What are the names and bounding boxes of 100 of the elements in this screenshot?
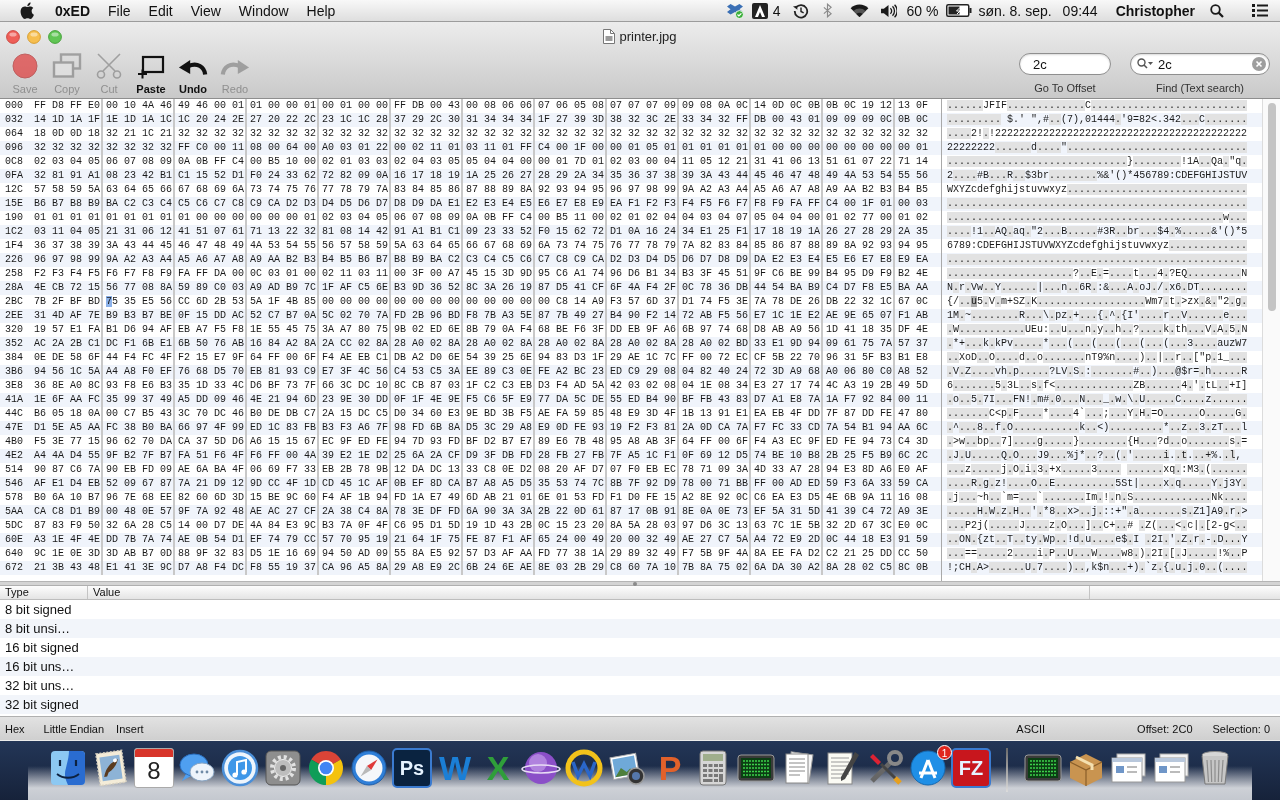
hex-bytes: 90 EB FD 09 xyxy=(106,464,172,475)
column-header[interactable]: Value xyxy=(88,586,1090,599)
row-offset: 1F4 xyxy=(4,239,24,253)
hex-bytes: A8 52 xyxy=(898,366,928,377)
gear-icon[interactable] xyxy=(263,748,303,788)
hex-bytes: 34 E1 25 F1 xyxy=(682,226,748,237)
hex-bytes: EB 2B 78 9B xyxy=(322,464,388,475)
a-logo-icon[interactable] xyxy=(751,2,768,19)
battery-icon[interactable] xyxy=(946,4,973,17)
hex-bytes: 57 37 xyxy=(898,338,928,349)
hex-bytes: 9F C6 BE 99 xyxy=(754,268,820,279)
hex-bytes: F5 3E 77 15 xyxy=(34,436,100,447)
hex-bytes: F7 FC 33 CD xyxy=(754,422,820,433)
scrollbar[interactable] xyxy=(1262,99,1280,581)
status-text[interactable]: Insert xyxy=(116,722,144,735)
search-icon[interactable] xyxy=(1137,58,1153,70)
hex-bytes: 2A 35 xyxy=(898,226,928,237)
table-cell-text: 32 bit uns… xyxy=(4,678,75,693)
hex-bytes: 01 00 00 00 xyxy=(754,142,820,153)
menu-item[interactable]: Help xyxy=(297,2,345,19)
hex-bytes: CC 6D 2B 53 xyxy=(178,296,244,307)
hex-bytes: 0F 1F 4E 9E xyxy=(394,394,460,405)
user-name[interactable]: Christopher xyxy=(1115,2,1195,19)
hex-bytes: E5 E6 E7 E8 xyxy=(826,254,892,265)
status-text[interactable]: ASCII xyxy=(1016,722,1046,735)
ascii-text: 6789:CDEFGHIJSTUVWXYZcdefghijstuvwxyz............. xyxy=(947,239,1248,253)
hex-bytes: 4A 53 54 55 xyxy=(250,240,316,251)
hex-bytes: 00 00 00 01 xyxy=(250,212,316,223)
hex-bytes: 00 11 xyxy=(898,394,928,405)
circle-a-logo-icon[interactable] xyxy=(908,748,948,788)
hex-bytes: 31 41 06 13 xyxy=(754,156,820,167)
hex-bytes: 8A 5A 28 03 xyxy=(610,520,676,531)
status-text[interactable]: Hex xyxy=(5,722,25,735)
app-menu[interactable]: 0xED xyxy=(55,2,91,19)
hex-bytes: 35 36 37 38 xyxy=(610,170,676,181)
undo-button[interactable]: Undo xyxy=(173,44,213,96)
menu-item[interactable]: File xyxy=(99,2,140,19)
hex-bytes: 9A A2 A3 A4 xyxy=(682,184,748,195)
clock-arrow-icon[interactable] xyxy=(792,2,809,19)
row-offset: 514 xyxy=(4,463,24,477)
hex-bytes: AC 2A 2B C1 xyxy=(34,338,100,349)
battery-percentage[interactable]: 60 % xyxy=(906,2,939,19)
hex-bytes: A9 AA B2 B3 xyxy=(826,184,892,195)
search-icon[interactable] xyxy=(1210,3,1224,18)
ring-logo-icon[interactable] xyxy=(564,748,604,788)
hex-bytes: FA FF DA 00 xyxy=(178,268,244,279)
hex-bytes: E6 E7 E8 E9 xyxy=(538,198,604,209)
hex-bytes: 2B 25 F5 B9 xyxy=(826,450,892,461)
hex-bytes: A5 DD 09 46 xyxy=(178,394,244,405)
hex-bytes: F4 AE EB C1 xyxy=(322,352,388,363)
paste-button[interactable]: Paste xyxy=(131,44,171,96)
clear-icon[interactable] xyxy=(1252,57,1266,71)
row-offset: 258 xyxy=(4,267,24,281)
hex-bytes: 76 68 D5 70 xyxy=(178,366,244,377)
status-text[interactable]: Little Endian xyxy=(43,722,105,735)
menu-date[interactable]: søn. 8. sep. xyxy=(978,2,1052,19)
hex-bytes: 0F 15 DD AC xyxy=(178,310,244,321)
close-icon[interactable] xyxy=(6,30,20,44)
hex-bytes: 7A 82 83 84 xyxy=(682,240,748,251)
apple-logo-icon[interactable] xyxy=(20,2,34,19)
hex-bytes: 5A 63 64 65 xyxy=(394,240,460,251)
letter-tile-icon[interactable]: FZ xyxy=(951,748,991,788)
offset-field[interactable]: 2c xyxy=(1019,53,1111,75)
hex-bytes: A0 06 80 C0 xyxy=(826,366,892,377)
segmented-circle-icon[interactable] xyxy=(306,748,346,788)
menu-clock[interactable]: 09:44 xyxy=(1062,2,1098,19)
diamond-check-icon[interactable] xyxy=(725,2,744,19)
calendar-icon[interactable]: 8 xyxy=(134,748,174,788)
menu-item[interactable]: Window xyxy=(229,2,298,19)
hex-bytes: 57 70 95 19 xyxy=(322,534,388,545)
menu-item[interactable]: View xyxy=(181,2,230,19)
hex-bytes: FF 00 AD ED xyxy=(754,478,820,489)
letter-icon[interactable]: P xyxy=(650,748,690,788)
hex-bytes: A4 4A D4 55 xyxy=(34,450,100,461)
hex-bytes: C6 EA E3 D5 xyxy=(754,492,820,503)
hex-bytes: 28 A0 02 8A xyxy=(538,338,604,349)
volume-icon[interactable] xyxy=(879,3,897,18)
hex-bytes: 07 07 07 09 xyxy=(610,100,676,111)
list-icon[interactable] xyxy=(1252,4,1268,17)
hex-bytes: 51 61 07 22 xyxy=(826,156,892,167)
hex-bytes: FF C0 00 11 xyxy=(178,142,244,153)
bluetooth-icon[interactable] xyxy=(822,3,832,18)
hex-bytes: 16 84 A2 8A xyxy=(250,338,316,349)
hex-bytes: EA EB 4F DD xyxy=(754,408,820,419)
splitter-handle-icon[interactable] xyxy=(633,581,637,586)
menu-item[interactable]: Edit xyxy=(139,2,182,19)
hex-bytes: 87 7B 49 27 xyxy=(538,310,604,321)
hex-bytes: CA C8 D1 B9 xyxy=(34,506,100,517)
hex-bytes: ED 1C 83 FB xyxy=(250,422,316,433)
wifi-icon[interactable] xyxy=(849,3,869,18)
column-header[interactable]: Type xyxy=(0,586,88,599)
music-note-icon[interactable] xyxy=(220,748,260,788)
letter-tile-icon[interactable]: Ps xyxy=(392,748,432,788)
hex-bytes: 3A A7 80 75 xyxy=(322,324,388,335)
hex-bytes: 1F C2 C3 EB xyxy=(466,380,532,391)
compass-icon[interactable] xyxy=(349,748,389,788)
find-field[interactable]: 2c xyxy=(1130,53,1270,75)
hex-bytes: B1 D6 94 AF xyxy=(106,324,172,335)
face-tile-icon[interactable] xyxy=(48,748,88,788)
hex-bytes: B6 05 18 0A xyxy=(34,408,100,419)
